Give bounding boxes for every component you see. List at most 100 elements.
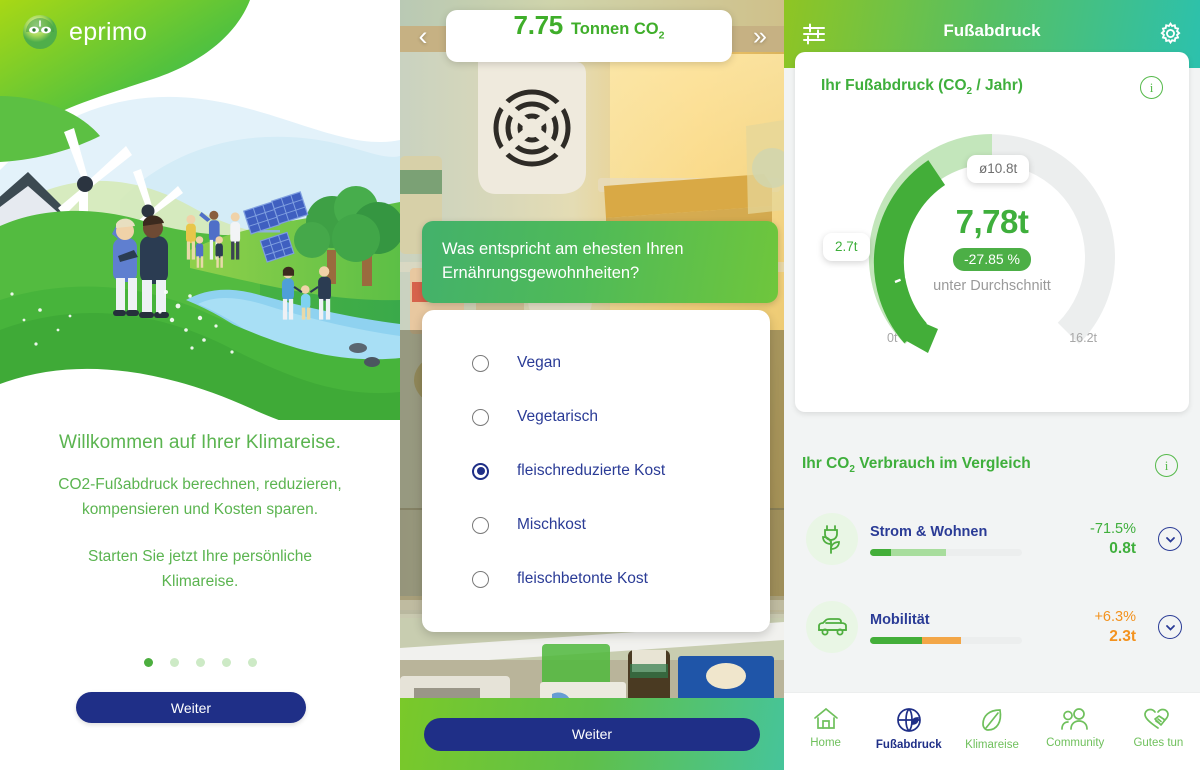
question-panel: Salakis ‹ 7.75 Tonnen CO2 » Was entspric… (400, 0, 784, 770)
people-icon (1061, 708, 1089, 730)
continue-button[interactable]: Weiter (76, 692, 306, 723)
gauge-delta-badge: -27.85 % (952, 248, 1032, 271)
comparison-row-body: Strom & Wohnen (870, 522, 1060, 556)
comparison-progress-bar (870, 637, 1022, 644)
comparison-row-label: Mobilität (870, 612, 930, 628)
info-icon[interactable]: i (1155, 454, 1178, 477)
comparison-row-mobilitaet[interactable]: Mobilität +6.3% 2.3t (784, 601, 1200, 653)
info-icon[interactable]: i (1140, 76, 1163, 99)
comparison-row-body: Mobilität (870, 610, 1060, 644)
answer-option-label: fleischbetonte Kost (517, 570, 648, 587)
comparison-row-percent: -71.5% (1090, 521, 1136, 537)
nav-label: Home (810, 737, 841, 749)
bar-segment-light (891, 549, 946, 556)
onboarding-copy: Willkommen auf Ihrer Klimareise. CO2-Fuß… (0, 432, 400, 594)
page-title: Willkommen auf Ihrer Klimareise. (59, 432, 341, 453)
radio-selected-icon[interactable] (472, 462, 489, 480)
pagination-dot[interactable] (195, 658, 205, 667)
globe-leaf-icon (896, 708, 921, 732)
gauge-min-marker: 2.7t (823, 233, 870, 261)
answer-option[interactable]: fleischbetonte Kost (422, 552, 770, 606)
page-title: Fußabdruck (943, 21, 1041, 40)
radio-icon[interactable] (472, 516, 489, 534)
sliders-icon[interactable] (784, 21, 844, 47)
answer-option[interactable]: Mischkost (422, 498, 770, 552)
nav-label: Gutes tun (1133, 737, 1184, 749)
answer-option-label: Vegetarisch (517, 408, 598, 425)
gauge-card-header: Ihr Fußabdruck (CO2 / Jahr) i (795, 52, 1189, 99)
bar-segment-dark (870, 637, 922, 644)
radio-icon[interactable] (472, 570, 489, 588)
nav-item-klimareise[interactable]: Klimareise (950, 707, 1033, 751)
radio-icon[interactable] (472, 408, 489, 426)
question-counter-bar: ‹ 7.75 Tonnen CO2 » (400, 10, 784, 62)
handshake-heart-icon (1144, 708, 1170, 729)
brand-wordmark: eprimo (69, 17, 148, 46)
gauge-axis-min: 0t (887, 331, 898, 345)
comparison-row-label: Strom & Wohnen (870, 524, 988, 540)
onboarding-panel: eprimo Willkommen auf Ihrer Klimareise. … (0, 0, 400, 770)
pagination-dot[interactable] (247, 658, 257, 667)
bar-segment-orange (921, 637, 962, 644)
bar-segment-dark (870, 549, 892, 556)
answer-option-selected[interactable]: fleischreduzierte Kost (422, 444, 770, 498)
back-chevron-icon[interactable]: ‹ (400, 22, 446, 50)
plant-plug-icon (806, 513, 858, 565)
gauge-axis-max: 16.2t (1069, 331, 1097, 345)
gauge-axis-labels: 0t 16.2t (795, 331, 1189, 345)
home-icon (813, 707, 838, 729)
gear-icon[interactable] (1140, 21, 1200, 46)
onboarding-subtitle: CO2-Fußabdruck berechnen, reduzieren, ko… (0, 472, 400, 522)
pagination-dots[interactable] (0, 658, 400, 667)
comparison-title: Ihr CO2 Verbrauch im Vergleich (802, 455, 1031, 476)
pagination-dot[interactable] (143, 658, 153, 667)
nav-item-gutes-tun[interactable]: Gutes tun (1117, 707, 1200, 749)
nav-item-home[interactable]: Home (784, 707, 867, 749)
continue-button[interactable]: Weiter (424, 717, 760, 751)
bottom-navigation: Home Fußabdruck Klimareise Community Gut… (784, 692, 1200, 770)
subtitle-line-1: CO2-Fußabdruck berechnen, reduzieren, (58, 476, 342, 493)
footprint-gauge-card: Ihr Fußabdruck (CO2 / Jahr) i 7,78t -27.… (795, 52, 1189, 412)
chevron-down-icon[interactable] (1158, 615, 1182, 639)
comparison-header: Ihr CO2 Verbrauch im Vergleich i (784, 454, 1200, 477)
nav-label: Fußabdruck (875, 739, 942, 751)
question-text: Was entspricht am ehesten Ihren Ernährun… (422, 221, 778, 303)
answer-option-label: Mischkost (517, 516, 586, 533)
three-panel-screenshot: eprimo Willkommen auf Ihrer Klimareise. … (0, 0, 1200, 770)
co2-counter-unit: Tonnen CO2 (570, 20, 665, 42)
skip-forward-icon[interactable]: » (732, 23, 784, 49)
illustration-bottom-mask (0, 368, 400, 428)
onboarding-subtitle-2: Starten Sie jetzt Ihre persönliche Klima… (0, 544, 400, 594)
footprint-dashboard-panel: Fußabdruck Ihr Fußabdruck (CO2 / Jahr) i (784, 0, 1200, 770)
pagination-dot[interactable] (169, 658, 179, 667)
eprimo-logo: eprimo (20, 12, 147, 52)
nav-item-community[interactable]: Community (1034, 707, 1117, 749)
pagination-dot[interactable] (221, 658, 231, 667)
comparison-row-values: +6.3% 2.3t (1072, 608, 1136, 646)
nav-item-fussabdruck[interactable]: Fußabdruck (867, 707, 950, 751)
answer-option-label: fleischreduzierte Kost (517, 462, 666, 479)
footprint-gauge: 7,78t -27.85 % unter Durchschnitt ø10.8t… (795, 99, 1189, 399)
answer-option[interactable]: Vegan (422, 336, 770, 390)
answer-option[interactable]: Vegetarisch (422, 390, 770, 444)
gauge-delta-note: unter Durchschnitt (933, 278, 1051, 294)
chevron-down-icon[interactable] (1158, 527, 1182, 551)
co2-counter-pill: 7.75 Tonnen CO2 (446, 10, 732, 62)
comparison-row-values: -71.5% 0.8t (1072, 520, 1136, 558)
subtitle-line-2: kompensieren und Kosten sparen. (81, 501, 319, 518)
nav-label: Community (1046, 737, 1105, 749)
subtitle2-line-1: Starten Sie jetzt Ihre persönliche (87, 548, 312, 565)
leaf-icon (982, 709, 1002, 731)
co2-counter-value: 7.75 (513, 10, 564, 40)
comparison-row-value: 2.3t (1109, 628, 1136, 645)
comparison-row-strom[interactable]: Strom & Wohnen -71.5% 0.8t (784, 513, 1200, 565)
answer-options-card: Vegan Vegetarisch fleischreduzierte Kost… (422, 310, 770, 632)
gauge-average-marker: ø10.8t (967, 155, 1030, 183)
comparison-row-value: 0.8t (1109, 540, 1136, 557)
question-footer: Weiter (400, 698, 784, 770)
gauge-card-title: Ihr Fußabdruck (CO2 / Jahr) (821, 77, 1023, 98)
radio-icon[interactable] (472, 354, 489, 372)
comparison-row-percent: +6.3% (1094, 609, 1136, 625)
car-icon (806, 601, 858, 653)
subtitle2-line-2: Klimareise. (161, 573, 239, 590)
